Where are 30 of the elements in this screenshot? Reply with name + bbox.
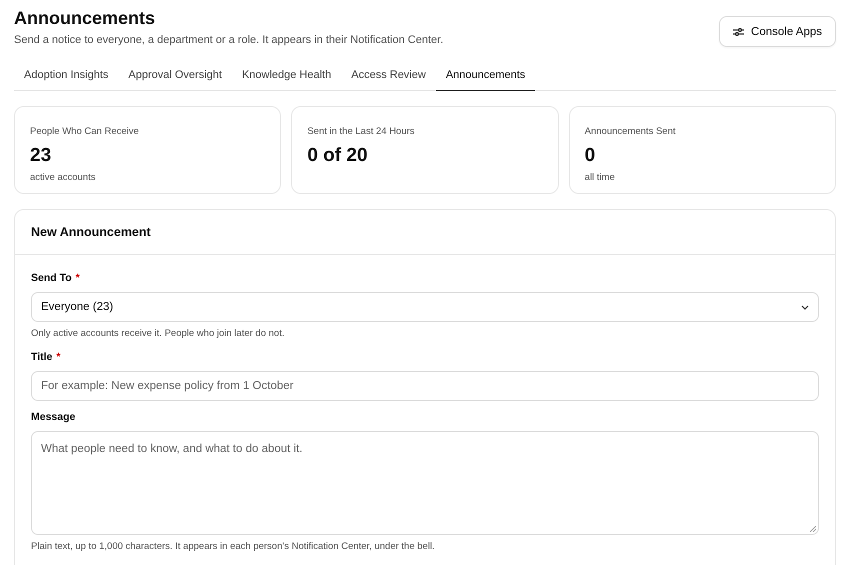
help-text: Plain text, up to 1,000 characters. It appears in each person's Notification Center, under the bell.: [31, 541, 435, 552]
recipient-dropdown[interactable]: Everyone (23): [31, 292, 819, 322]
stat-label: People Who Can Receive: [30, 126, 139, 137]
stat-note: active accounts: [30, 172, 96, 183]
field-label: Message: [31, 411, 76, 423]
tab[interactable]: Announcements: [436, 62, 536, 91]
help-text: Only active accounts receive it. People who join later do not.: [31, 328, 284, 339]
chevron-down-icon: [801, 304, 809, 310]
page-title: Announcements: [14, 7, 156, 29]
stat-value: 0 of 20: [307, 145, 368, 167]
tab[interactable]: Knowledge Health: [232, 62, 342, 91]
resize-grip-icon: [810, 526, 816, 532]
field-label: Title: [31, 351, 52, 363]
stat-value: 0: [584, 145, 596, 167]
console-apps-button[interactable]: Console Apps: [719, 16, 836, 47]
stat-label: Announcements Sent: [584, 126, 676, 137]
stat-note: all time: [584, 172, 615, 183]
tab[interactable]: Adoption Insights: [14, 62, 118, 91]
stat-value: 23: [30, 145, 52, 167]
stat-label: Sent in the Last 24 Hours: [307, 126, 415, 137]
required-mark: *: [56, 351, 60, 363]
sliders-icon: [733, 26, 744, 36]
page-subtitle: Send a notice to everyone, a department or a role. It appears in their Notification Center.: [14, 34, 444, 46]
title-input[interactable]: For example: New expense policy from 1 October: [31, 371, 819, 401]
tab[interactable]: Approval Oversight: [118, 62, 232, 91]
tab[interactable]: Access Review: [341, 62, 436, 91]
message-textarea[interactable]: What people need to know, and what to do about it.: [31, 431, 819, 535]
required-mark: *: [76, 272, 80, 284]
field-label: Send To: [31, 272, 72, 284]
form-title: New Announcement: [15, 210, 835, 255]
